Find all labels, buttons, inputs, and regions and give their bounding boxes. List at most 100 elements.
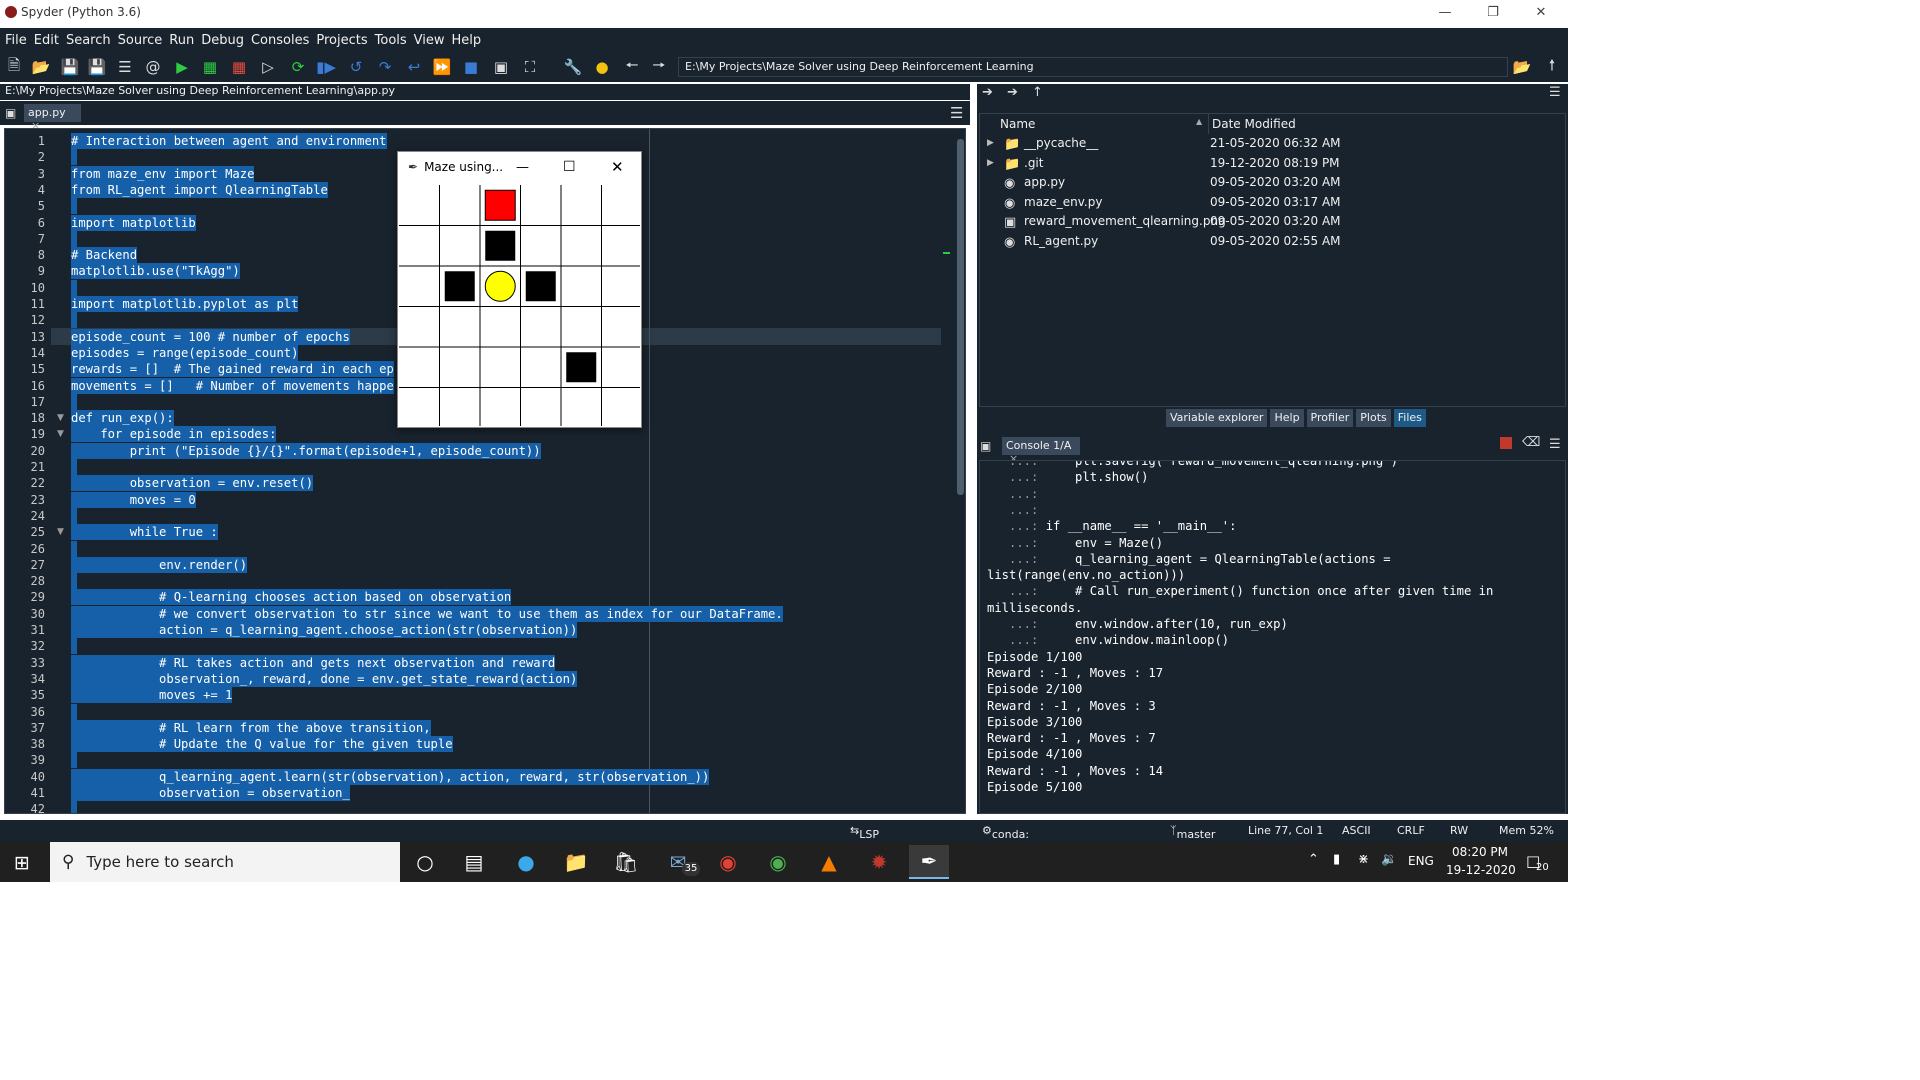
cortana-icon[interactable]: ○: [405, 845, 445, 879]
open-file-icon[interactable]: 📂: [31, 57, 51, 77]
menu-edit[interactable]: Edit: [31, 33, 62, 48]
continue-icon[interactable]: ⏩: [432, 57, 452, 77]
outline-icon[interactable]: ☰: [115, 57, 135, 77]
fold-arrow-icon[interactable]: ▼: [57, 413, 64, 423]
fullscreen-icon[interactable]: ⛶: [520, 57, 540, 77]
file-row[interactable]: ◉ maze_env.py 09-05-2020 03:17 AM: [980, 193, 1565, 212]
chrome-icon[interactable]: ◉: [708, 845, 748, 879]
file-explorer-icon[interactable]: 📁: [556, 845, 596, 879]
step-icon[interactable]: ↺: [346, 57, 366, 77]
file-explorer[interactable]: Name ▲ Date Modified ▶ 📁 __pycache__ 21-05-…: [979, 113, 1566, 407]
maximize-pane-icon[interactable]: ▣: [491, 57, 511, 77]
save-all-icon[interactable]: 💾: [87, 57, 107, 77]
volume-icon[interactable]: 🔉: [1381, 852, 1397, 867]
step-into-icon[interactable]: ↷: [375, 57, 395, 77]
task-view-icon[interactable]: ▤: [454, 845, 494, 879]
battery-icon[interactable]: ▮: [1333, 852, 1340, 867]
expand-arrow-icon[interactable]: ▶: [987, 154, 994, 173]
run-cell-advance-icon[interactable]: ▦: [229, 57, 249, 77]
restore-button[interactable]: ❐: [1470, 0, 1516, 24]
menu-view[interactable]: View: [411, 33, 448, 48]
close-button[interactable]: ✕: [1518, 0, 1564, 24]
menu-search[interactable]: Search: [63, 33, 114, 48]
stop-kernel-icon[interactable]: [1500, 437, 1512, 449]
clock-time[interactable]: 08:20 PM: [1452, 845, 1508, 859]
tab-console[interactable]: Console 1/A ×: [1002, 437, 1080, 465]
language-indicator[interactable]: ENG: [1408, 854, 1434, 868]
rerun-icon[interactable]: ⟳: [288, 57, 308, 77]
tray-chevron-icon[interactable]: ⌃: [1308, 852, 1319, 867]
maze-minimize-button[interactable]: —: [516, 160, 529, 175]
run-icon[interactable]: ▶: [172, 57, 192, 77]
new-file-icon[interactable]: 🗎: [4, 56, 24, 77]
forward-arrow-icon[interactable]: 🠖: [649, 56, 669, 77]
files-forward-icon[interactable]: ➔: [1007, 85, 1018, 100]
file-row[interactable]: ◉ RL_agent.py 09-05-2020 02:55 AM: [980, 232, 1565, 251]
file-row[interactable]: ▶ 📁 __pycache__ 21-05-2020 06:32 AM: [980, 134, 1565, 153]
menu-file[interactable]: File: [2, 33, 30, 48]
maze-window[interactable]: ✒ Maze using... — ☐ ✕: [397, 151, 642, 428]
at-icon[interactable]: @: [143, 57, 163, 77]
stop-debug-icon[interactable]: ■: [461, 57, 481, 77]
tab-variable-explorer[interactable]: Variable explorer: [1166, 409, 1268, 427]
column-header-date[interactable]: Date Modified: [1208, 114, 1565, 134]
run-cell-icon[interactable]: ▦: [200, 57, 220, 77]
line-number: 18: [30, 411, 45, 426]
working-directory-field[interactable]: E:\My Projects\Maze Solver using Deep Re…: [678, 57, 1508, 77]
debug-icon[interactable]: ▮▶: [316, 57, 336, 77]
files-options-icon[interactable]: ☰: [1549, 85, 1561, 100]
taskbar-search-box[interactable]: ⚲ Type here to search: [50, 842, 400, 882]
step-return-icon[interactable]: ↩: [404, 57, 424, 77]
fold-arrow-icon[interactable]: ▼: [57, 527, 64, 537]
editor-scrollbar[interactable]: [956, 131, 965, 811]
save-icon[interactable]: 💾: [60, 57, 80, 77]
tab-help[interactable]: Help: [1270, 409, 1304, 427]
maze-maximize-button[interactable]: ☐: [563, 159, 576, 175]
parent-dir-icon[interactable]: 🠕: [1542, 56, 1562, 77]
menu-tools[interactable]: Tools: [372, 33, 410, 48]
line-number: 34: [30, 671, 45, 686]
preferences-wrench-icon[interactable]: 🔧: [563, 57, 583, 77]
minimize-button[interactable]: —: [1422, 0, 1468, 24]
run-selection-icon[interactable]: ▷: [258, 57, 278, 77]
files-back-icon[interactable]: ➔: [982, 85, 993, 100]
tab-app-py[interactable]: app.py ×: [24, 104, 81, 132]
tab-files[interactable]: Files: [1393, 409, 1426, 427]
clock-date[interactable]: 19-12-2020: [1446, 863, 1516, 877]
tab-profiler[interactable]: Profiler: [1306, 409, 1354, 427]
menu-help[interactable]: Help: [449, 33, 485, 48]
maze-close-button[interactable]: ✕: [611, 158, 624, 176]
menu-projects[interactable]: Projects: [313, 33, 370, 48]
file-row[interactable]: ▶ 📁 .git 19-12-2020 08:19 PM: [980, 154, 1565, 173]
menu-consoles[interactable]: Consoles: [248, 33, 312, 48]
maze-agent: [484, 270, 516, 302]
expand-arrow-icon[interactable]: ▶: [987, 134, 994, 153]
chrome-profile-icon[interactable]: ◉: [758, 845, 798, 879]
store-icon[interactable]: 🛍: [606, 845, 646, 879]
menu-source[interactable]: Source: [115, 33, 166, 48]
clear-console-icon[interactable]: ⌫: [1522, 435, 1540, 450]
ipython-console[interactable]: ...: plt.savefig('reward_movement_qlearn…: [979, 460, 1566, 814]
python-tk-icon[interactable]: ✒: [909, 845, 949, 879]
menu-debug[interactable]: Debug: [198, 33, 247, 48]
tab-plots[interactable]: Plots: [1356, 409, 1391, 427]
files-up-icon[interactable]: ↑: [1032, 85, 1043, 100]
console-options-icon[interactable]: ☰: [1549, 437, 1561, 452]
menu-run[interactable]: Run: [166, 33, 197, 48]
console-browse-icon[interactable]: ▣: [980, 439, 991, 453]
editor-options-icon[interactable]: ☰: [950, 104, 963, 122]
fold-arrow-icon[interactable]: ▼: [57, 429, 64, 439]
file-row[interactable]: ◉ app.py 09-05-2020 03:20 AM: [980, 173, 1565, 192]
file-row[interactable]: ▣ reward_movement_qlearning.png 09-05-2020…: [980, 212, 1565, 231]
browse-folder-icon[interactable]: 📂: [1512, 57, 1532, 77]
browse-tabs-icon[interactable]: ▣: [5, 106, 16, 120]
line-number: 27: [30, 557, 45, 572]
edge-browser-icon[interactable]: ●: [506, 845, 546, 879]
vlc-icon[interactable]: ▲: [809, 845, 849, 879]
column-header-name[interactable]: Name: [1000, 114, 1208, 134]
back-arrow-icon[interactable]: 🠔: [622, 56, 642, 77]
windows-start-icon[interactable]: ⊞: [14, 852, 30, 874]
spyder-taskbar-icon[interactable]: ✹: [859, 845, 899, 879]
wifi-icon[interactable]: ⋇: [1358, 852, 1369, 867]
python-path-icon[interactable]: ●: [592, 57, 612, 77]
